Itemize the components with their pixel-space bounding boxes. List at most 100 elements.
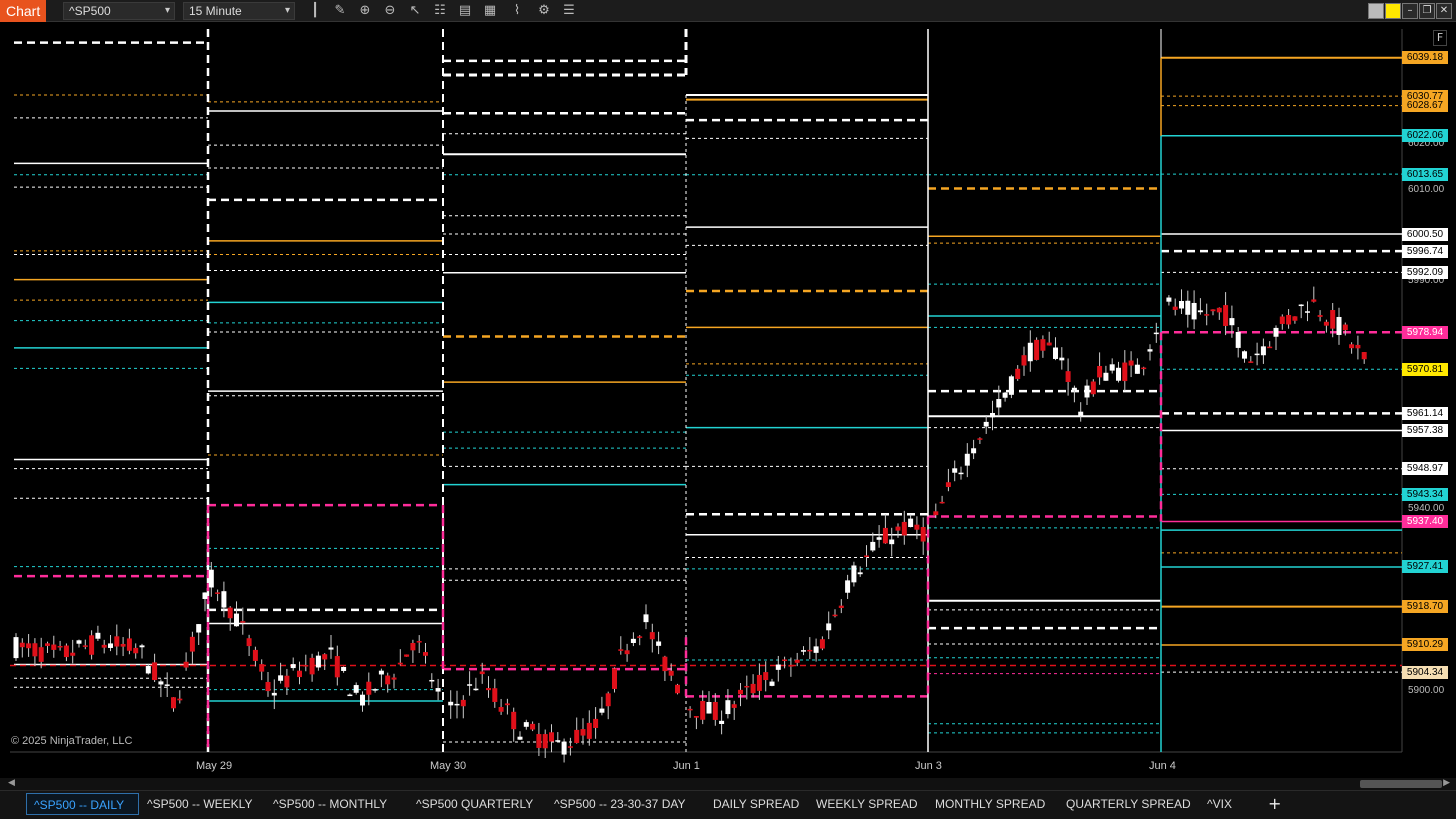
candle-body (1279, 316, 1285, 324)
candle-body (1242, 351, 1247, 359)
candle-body (246, 638, 252, 647)
candle-body (278, 675, 284, 681)
price-level-tag: 5978.94 (1402, 325, 1448, 339)
candle-body (901, 521, 907, 536)
price-level-tag: 5961.14 (1402, 406, 1448, 420)
candle-body (1097, 365, 1103, 378)
price-level-tag: 5904.34 (1402, 665, 1448, 679)
candle-body (756, 674, 762, 691)
candle-body (448, 701, 454, 706)
candle-body (1071, 387, 1077, 391)
candle-body (775, 664, 781, 670)
chart-tab[interactable]: QUARTERLY SPREAD (1059, 793, 1198, 815)
price-chart[interactable] (0, 0, 1456, 790)
candle-body (990, 412, 995, 418)
candle-body (76, 640, 82, 644)
chart-tab[interactable]: ^SP500 -- 23-30-37 DAY (547, 793, 692, 815)
scroll-thumb[interactable] (1360, 780, 1442, 788)
chart-tab[interactable]: ^SP500 QUARTERLY (409, 793, 540, 815)
x-axis-label: May 29 (196, 760, 233, 772)
candle-body (1330, 310, 1336, 329)
candle-body (618, 649, 624, 651)
candle-body (624, 650, 630, 655)
candle-body (1078, 411, 1084, 416)
candle-body (435, 688, 441, 692)
candle-body (265, 681, 271, 692)
candle-body (120, 643, 126, 647)
chart-tab[interactable]: ^VIX (1200, 793, 1239, 815)
chart-tab[interactable]: ^SP500 -- DAILY (26, 793, 139, 815)
chart-tab[interactable]: MONTHLY SPREAD (928, 793, 1052, 815)
x-axis-label: Jun 4 (1149, 760, 1176, 772)
scroll-right-icon[interactable]: ▶ (1443, 778, 1450, 788)
chart-tab[interactable]: ^SP500 -- MONTHLY (266, 793, 394, 815)
candle-body (939, 501, 945, 504)
candle-body (1355, 344, 1361, 349)
chart-tab[interactable]: WEEKLY SPREAD (809, 793, 925, 815)
candle-body (454, 703, 460, 706)
candle-body (145, 665, 151, 674)
candle-body (1210, 309, 1216, 312)
candle-body (662, 656, 668, 672)
candle-body (82, 645, 88, 647)
candle-body (870, 541, 876, 551)
candle-body (208, 569, 214, 588)
x-axis-label: Jun 1 (673, 760, 700, 772)
candle-body (196, 624, 202, 633)
candle-body (1323, 321, 1329, 326)
chart-window: Chart ^SP500 ▾ 15 Minute ▾ ┃ ✎ ⊕ ⊖ ↖ ☷ ▤ ▦ ⌇ ⚙ ☰ –… (0, 0, 1456, 819)
candle-body (1046, 342, 1052, 346)
price-level-tag: 5970.81 (1402, 362, 1448, 376)
candle-body (19, 642, 25, 648)
candle-body (744, 685, 750, 688)
candle-body (1204, 314, 1210, 316)
candle-body (511, 711, 517, 730)
candle-body (372, 689, 378, 691)
candle-body (542, 734, 548, 749)
price-level-tag: 5992.09 (1402, 265, 1448, 279)
candle-body (826, 623, 832, 631)
candle-body (1235, 332, 1241, 348)
candle-body (171, 697, 176, 709)
candle-body (498, 707, 504, 712)
chart-tab[interactable]: ^SP500 -- WEEKLY (140, 793, 259, 815)
candle-body (1317, 315, 1323, 317)
candle-body (530, 723, 536, 730)
horizontal-scrollbar[interactable]: ◀ ▶ (0, 778, 1456, 790)
candle-body (819, 639, 825, 649)
candle-body (423, 652, 428, 656)
candle-body (958, 472, 964, 475)
candle-body (1185, 300, 1191, 315)
chart-tab[interactable]: DAILY SPREAD (706, 793, 806, 815)
candle-body (1134, 364, 1140, 374)
candle-body (1342, 324, 1348, 331)
candle-body (1260, 346, 1266, 356)
candle-body (908, 518, 914, 528)
candle-body (1229, 318, 1235, 326)
candle-body (416, 641, 422, 643)
candle-body (1254, 353, 1260, 356)
candle-body (574, 729, 580, 743)
candle-body (284, 675, 290, 688)
candle-body (675, 684, 680, 694)
candle-body (794, 659, 800, 663)
price-level-tag: 6028.67 (1402, 99, 1448, 113)
candle-body (89, 635, 95, 655)
add-tab-button[interactable]: + (1268, 793, 1281, 815)
candle-body (971, 448, 977, 454)
candle-body (328, 647, 334, 650)
scroll-left-icon[interactable]: ◀ (8, 778, 15, 788)
candle-body (240, 621, 246, 623)
f-button[interactable]: F (1433, 30, 1447, 46)
candle-body (832, 614, 838, 617)
candle-body (467, 684, 473, 686)
candle-body (801, 650, 806, 652)
candle-body (70, 652, 76, 656)
candle-body (221, 591, 227, 608)
candle-body (189, 636, 195, 652)
candle-body (309, 657, 315, 675)
candle-body (1059, 357, 1065, 361)
candle-body (297, 670, 302, 678)
candle-body (693, 716, 699, 718)
price-level-tag: 5918.70 (1402, 600, 1448, 614)
